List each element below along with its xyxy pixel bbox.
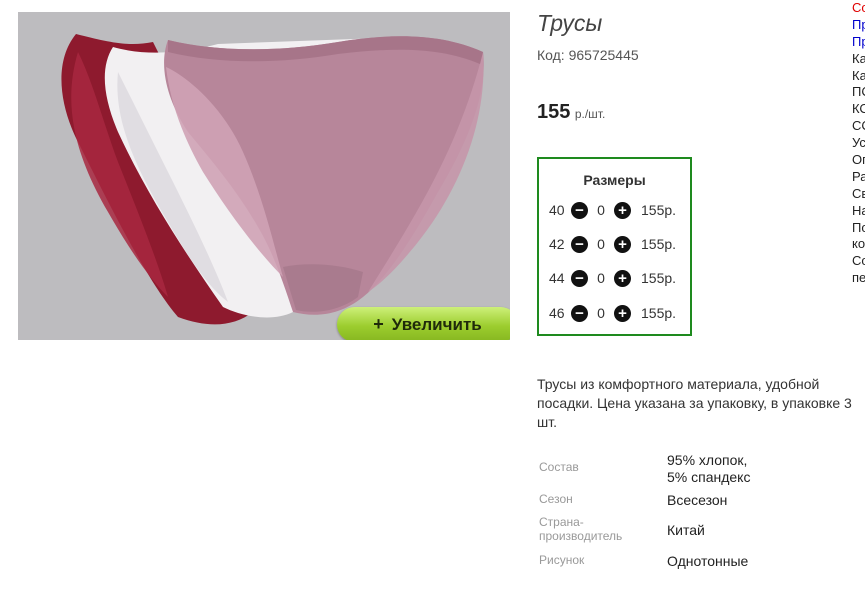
size-quantity: 0 [597, 305, 605, 321]
product-photo-illustration [61, 34, 484, 325]
price-value: 155 [537, 101, 571, 123]
size-label: 46 [549, 305, 565, 321]
decrement-icon[interactable]: − [571, 235, 588, 253]
decrement-icon[interactable]: − [571, 304, 588, 322]
product-price: 155 р./шт. [537, 101, 605, 124]
size-label: 42 [549, 236, 565, 252]
sidebar-link[interactable]: Со [852, 0, 865, 17]
property-value: 95% хлопок, 5% спандекс [667, 452, 751, 485]
property-value: Китай [667, 522, 705, 538]
sizes-panel: Размеры 40 − 0 + 155р. 42 − 0 + 155р. 44… [537, 157, 692, 336]
size-price: 155р. [641, 305, 677, 321]
size-price: 155р. [641, 270, 677, 286]
size-label: 40 [549, 202, 565, 218]
sidebar-item[interactable]: КС [852, 101, 865, 118]
property-key: Страна- производитель [539, 515, 623, 543]
sizes-title: Размеры [583, 172, 646, 188]
increment-icon[interactable]: + [614, 201, 631, 219]
sidebar-item[interactable]: Оп [852, 152, 865, 169]
sidebar-item[interactable]: Ра [852, 169, 865, 186]
size-quantity: 0 [597, 236, 605, 252]
sidebar-link[interactable]: Пр [852, 17, 865, 34]
property-value: Однотонные [667, 553, 749, 569]
property-key: Состав [539, 460, 579, 474]
zoom-button[interactable]: + Увеличить [337, 307, 510, 340]
size-row: 46 − 0 + 155р. [549, 303, 676, 323]
plus-icon: + [373, 314, 384, 334]
increment-icon[interactable]: + [614, 269, 631, 287]
size-quantity: 0 [597, 270, 605, 286]
sidebar-item[interactable]: ПС [852, 84, 865, 101]
sidebar-item[interactable]: ко [852, 236, 865, 253]
sidebar-item[interactable]: По [852, 220, 865, 237]
decrement-icon[interactable]: − [571, 201, 588, 219]
sidebar-item[interactable]: Со [852, 253, 865, 270]
product-image[interactable]: + Увеличить [18, 12, 510, 340]
sidebar-item[interactable]: Ус [852, 135, 865, 152]
product-description: Трусы из комфортного материала, удобной … [537, 376, 852, 430]
sidebar-item[interactable]: Ка [852, 68, 865, 85]
size-label: 44 [549, 270, 565, 286]
sidebar-item[interactable]: Ка [852, 51, 865, 68]
price-unit: р./шт. [574, 107, 606, 121]
sidebar-item[interactable]: пе [852, 270, 865, 287]
sidebar-item[interactable]: СС [852, 118, 865, 135]
sidebar-link[interactable]: Пр [852, 34, 865, 51]
property-value: Всесезон [667, 492, 728, 508]
property-key: Сезон [539, 492, 573, 506]
sidebar-item[interactable]: На [852, 203, 865, 220]
size-row: 44 − 0 + 155р. [549, 268, 676, 288]
decrement-icon[interactable]: − [571, 269, 588, 287]
increment-icon[interactable]: + [614, 235, 631, 253]
property-key: Рисунок [539, 553, 585, 567]
right-sidebar: Со Пр Пр Ка Ка ПС КС СС Ус Оп Ра Св На П… [852, 0, 865, 287]
size-price: 155р. [641, 236, 677, 252]
size-row: 40 − 0 + 155р. [549, 200, 676, 220]
size-row: 42 − 0 + 155р. [549, 234, 676, 254]
sidebar-item[interactable]: Св [852, 186, 865, 203]
product-title: Трусы [537, 10, 603, 36]
zoom-button-label: Увеличить [391, 314, 482, 334]
size-price: 155р. [641, 202, 677, 218]
product-code: Код: 965725445 [537, 47, 639, 63]
increment-icon[interactable]: + [614, 304, 631, 322]
size-quantity: 0 [597, 202, 605, 218]
